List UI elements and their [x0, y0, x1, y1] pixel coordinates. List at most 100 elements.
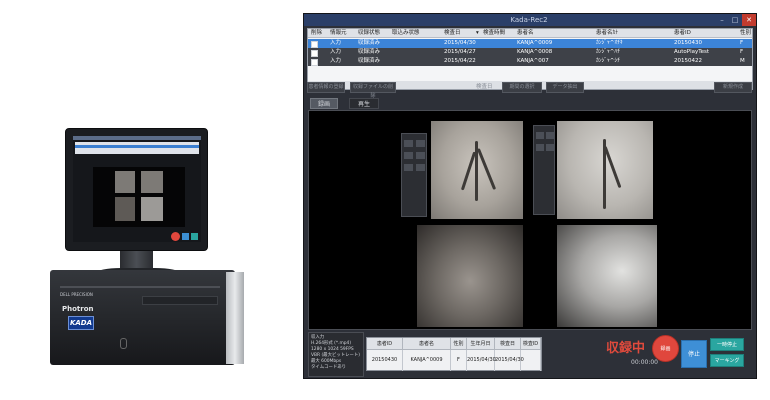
tower-drive-bay	[142, 296, 218, 305]
tower-front-panel	[226, 272, 244, 364]
row-info-source: 入力	[330, 40, 342, 46]
delete-checkbox[interactable]	[311, 41, 318, 48]
row-info-source: 入力	[330, 49, 342, 55]
list-item[interactable]: 入力 収録済み 2015/04/27 KANJA^0008 ｶﾝｼﾞｬ^ﾊﾁ A…	[308, 48, 752, 57]
stop-button[interactable]: 停止	[681, 340, 707, 368]
row-patient-kana: ｶﾝｼﾞｬ^ｼﾁ	[596, 58, 620, 64]
row-rec-status: 収録済み	[358, 49, 381, 55]
tab-playback[interactable]: 再生	[349, 98, 379, 109]
delete-checkbox[interactable]	[311, 50, 318, 57]
row-sex: F	[740, 49, 744, 55]
xray-image-lateral[interactable]	[557, 121, 653, 219]
row-patient-kana: ｶﾝｼﾞｬ^ｵﾁｷ	[596, 40, 623, 46]
tab-record[interactable]: 録画	[310, 98, 338, 109]
row-rec-status: 収録済み	[358, 40, 381, 46]
select-period-button[interactable]: 期間の選択	[502, 82, 542, 93]
screen-list	[75, 142, 199, 154]
tower-brand: DELL PRECISION	[60, 292, 93, 297]
screen-pause-indicator	[191, 233, 198, 240]
row-sex: M	[740, 58, 745, 64]
screen-xray-3	[115, 197, 135, 221]
th-patient-id: 患者ID	[367, 338, 403, 350]
row-rec-status: 収録済み	[358, 58, 381, 64]
row-patient-name: KANJA^0009	[517, 40, 553, 46]
row-exam-date: 2015/04/27	[444, 49, 476, 55]
td-patient-id: 20150430	[367, 350, 403, 371]
tower-trim	[60, 286, 220, 288]
row-patient-id: AutoPlayTest	[674, 49, 710, 55]
screen-viewer	[93, 167, 185, 227]
image-viewer	[308, 110, 752, 330]
marking-button[interactable]: マーキング	[710, 354, 744, 367]
td-birthdate: 2015/04/30	[467, 350, 496, 371]
recording-status: 収録中	[606, 341, 646, 356]
screen-xray-2	[141, 171, 163, 193]
screen-xray-4	[141, 197, 163, 221]
recording-settings: 収入力 H.264形式 (*.mp4) 1280 x 1024 59FPS VB…	[308, 332, 364, 377]
screen-stop-indicator	[182, 233, 189, 240]
th-patient-name: 患者名	[403, 338, 451, 350]
minimize-button[interactable]: –	[716, 14, 728, 26]
row-exam-date: 2015/04/22	[444, 58, 476, 64]
row-patient-kana: ｶﾝｼﾞｬ^ﾊﾁ	[596, 49, 620, 55]
list-item[interactable]: 入力 収録済み 2015/04/22 KANJA^007 ｶﾝｼﾞｬ^ｼﾁ 20…	[308, 57, 752, 66]
row-info-source: 入力	[330, 58, 342, 64]
monitor-screen	[73, 136, 201, 242]
recording-timer: 00:00:00	[631, 359, 658, 366]
maximize-button[interactable]: □	[729, 14, 741, 26]
xray-image-skull-lateral[interactable]	[557, 225, 657, 327]
row-patient-id: 20150430	[674, 40, 702, 46]
setting-line: タイムコードあり	[311, 365, 347, 370]
row-sex: F	[740, 40, 744, 46]
th-exam-date: 検査日	[495, 338, 521, 350]
vendor-logo: Photron	[62, 305, 94, 313]
exam-list-header: 削除 情報元 収録状態 取込み状態 検査日 ▾ 検査時間 患者名 患者名ｶﾅ 患…	[308, 29, 752, 38]
row-patient-name: KANJA^007	[517, 58, 549, 64]
screen-titlebar	[73, 136, 201, 140]
pause-button[interactable]: 一時停止	[710, 338, 744, 351]
power-button	[120, 338, 127, 349]
screen-selected-row	[75, 145, 199, 148]
row-exam-date: 2015/04/30	[444, 40, 476, 46]
screen-record-indicator	[171, 232, 180, 241]
record-button[interactable]: 録画	[652, 335, 679, 362]
row-patient-name: KANJA^0008	[517, 49, 553, 55]
new-button[interactable]: 新規作成	[714, 82, 752, 93]
exam-date-label: 検査日	[476, 84, 493, 90]
col-exam-time[interactable]: 検査時間	[483, 29, 505, 38]
col-info-source[interactable]: 情報元	[330, 29, 347, 38]
screen-xray-1	[115, 171, 135, 193]
td-patient-name: KANJA^0009	[403, 350, 451, 371]
extract-data-button[interactable]: データ抽出	[546, 82, 584, 93]
close-button[interactable]: ✕	[742, 14, 756, 26]
register-patient-button[interactable]: 患者情報の登録	[307, 82, 345, 93]
col-rec-status[interactable]: 収録状態	[358, 29, 380, 38]
col-import-status[interactable]: 取込み状態	[392, 29, 420, 38]
list-item[interactable]: 入力 収録済み 2015/04/30 KANJA^0009 ｶﾝｼﾞｬ^ｵﾁｷ …	[308, 39, 752, 48]
xray-image-skull-frontal[interactable]	[417, 225, 523, 327]
title-bar: Kada-Rec2 – □ ✕	[304, 14, 756, 26]
window-title: Kada-Rec2	[510, 16, 548, 24]
exam-list: 削除 情報元 収録状態 取込み状態 検査日 ▾ 検査時間 患者名 患者名ｶﾅ 患…	[307, 28, 753, 90]
patient-table: 患者ID 患者名 性別 生年月日 検査日 検査ID 20150430 KANJA…	[366, 337, 542, 371]
app-window: Kada-Rec2 – □ ✕ 削除 情報元 収録状態 取込み状態 検査日 ▾ …	[303, 13, 757, 379]
col-patient-id[interactable]: 患者ID	[674, 29, 691, 38]
td-exam-date: 2015/04/30	[495, 350, 524, 371]
sort-arrow-icon: ▾	[476, 30, 479, 36]
th-sex: 性別	[451, 338, 467, 350]
td-sex: F	[451, 350, 467, 371]
delete-checkbox[interactable]	[311, 59, 318, 66]
delete-files-button[interactable]: 収録ファイルの削除	[350, 82, 396, 99]
tool-panel-left	[401, 133, 427, 217]
col-patient-kana[interactable]: 患者名ｶﾅ	[596, 29, 618, 38]
col-exam-date[interactable]: 検査日	[444, 29, 461, 38]
col-sex[interactable]: 性別	[740, 29, 751, 38]
td-exam-id	[521, 350, 541, 371]
col-delete[interactable]: 削除	[311, 29, 322, 38]
row-patient-id: 20150422	[674, 58, 702, 64]
col-patient-name[interactable]: 患者名	[517, 29, 534, 38]
th-birthdate: 生年月日	[467, 338, 495, 350]
tool-panel-right	[533, 125, 555, 215]
xray-image-frontal[interactable]	[431, 121, 523, 219]
th-exam-id: 検査ID	[521, 338, 541, 350]
